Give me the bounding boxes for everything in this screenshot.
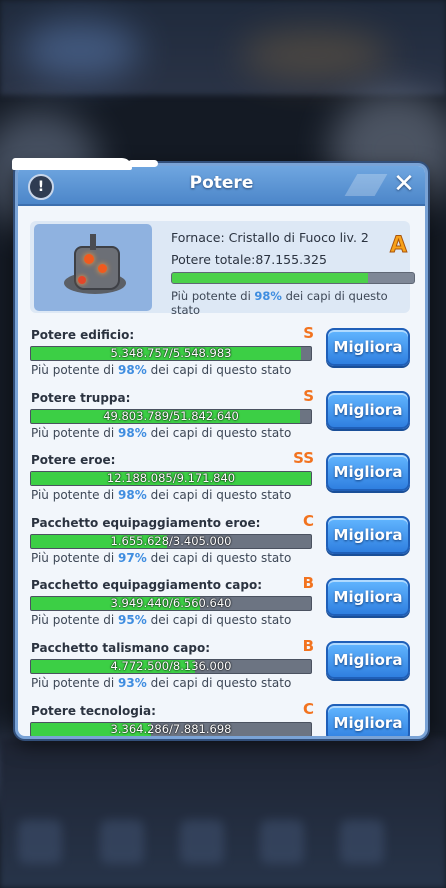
total-power-bar-fill xyxy=(172,273,369,283)
power-row-label: Potere truppa: xyxy=(31,390,131,405)
power-row-value: 1.655.628/3.405.000 xyxy=(110,533,232,548)
power-row: Potere tecnologia:C3.364.286/7.881.698Pi… xyxy=(30,700,410,736)
power-row-grade: B xyxy=(302,637,314,655)
power-row-label: Pacchetto talismano capo: xyxy=(31,641,210,655)
building-name: Fornace: Cristallo di Fuoco liv. 2 xyxy=(171,230,369,245)
power-row-value: 12.188.085/9.171.840 xyxy=(106,471,236,486)
upgrade-button[interactable]: Migliora xyxy=(326,390,410,429)
power-row-grade: S xyxy=(303,386,314,405)
power-row-grade: C xyxy=(302,699,314,718)
power-row-value: 3.364.286/7.881.698 xyxy=(110,721,232,736)
power-row-ranking: Più potente di 93% dei capi di questo st… xyxy=(31,676,292,690)
power-dialog: ! Potere ✕ Fornace: Cristallo di Fuoco l… xyxy=(15,163,428,739)
upgrade-button[interactable]: Migliora xyxy=(326,453,410,492)
power-row-bar: 1.655.628/3.405.000 xyxy=(30,533,312,549)
power-row-ranking: Più potente di 98% dei capi di questo st… xyxy=(31,363,292,377)
building-summary: Fornace: Cristallo di Fuoco liv. 2 Poter… xyxy=(30,221,415,317)
building-thumbnail xyxy=(34,224,152,311)
power-row-label: Potere eroe: xyxy=(31,453,116,468)
power-row-bar: 4.772.500/8.136.000 xyxy=(30,659,312,674)
power-row-bar: 3.949.440/6.560.640 xyxy=(30,596,312,612)
snow-decoration xyxy=(128,160,158,167)
power-row-value: 5.348.757/5.548.983 xyxy=(110,346,232,360)
power-row-grade: B xyxy=(302,574,314,593)
power-row-grade: C xyxy=(302,511,314,530)
power-row-grade: S xyxy=(303,324,314,342)
total-power: Potere totale:87.155.325 xyxy=(171,252,327,267)
dialog-header: ! Potere ✕ xyxy=(18,166,425,206)
power-row-label: Pacchetto equipaggiamento capo: xyxy=(31,578,263,593)
summary-ranking: Più potente di 98% dei capi di questo st… xyxy=(171,289,388,317)
upgrade-button[interactable]: Migliora xyxy=(326,703,410,736)
upgrade-button[interactable]: Migliora xyxy=(326,578,410,617)
power-row-value: 3.949.440/6.560.640 xyxy=(110,596,232,611)
upgrade-button[interactable]: Migliora xyxy=(326,641,410,679)
power-row-value: 49.803.789/51.842.640 xyxy=(103,408,239,423)
power-row: Pacchetto equipaggiamento eroe: C 1.655.62… xyxy=(30,512,410,576)
power-row-label: Potere edificio: xyxy=(31,328,135,342)
power-row: Potere eroe: SS 12.188.085/9.171.840 Più po… xyxy=(30,449,410,513)
power-row-bar: 3.364.286/7.881.698 xyxy=(30,721,312,736)
power-row-bar: 5.348.757/5.548.983 xyxy=(30,346,312,361)
close-button[interactable]: ✕ xyxy=(391,171,417,197)
snow-decoration xyxy=(12,158,132,170)
overall-grade: A xyxy=(389,233,408,259)
power-row-bar: 12.188.085/9.171.840 xyxy=(30,471,312,487)
power-row-ranking: Più potente di 95% dei capi di questo st… xyxy=(31,613,292,628)
upgrade-button[interactable]: Migliora xyxy=(326,328,410,366)
power-row: Potere edificio: S 5.348.757/5.548.983 Più … xyxy=(30,324,410,388)
power-row-ranking: Più potente di 97% dei capi di questo st… xyxy=(31,550,292,565)
power-row-ranking: Più potente di 98% dei capi di questo st… xyxy=(31,425,292,440)
power-row-grade: SS xyxy=(293,449,314,468)
power-row: Potere truppa: S 49.803.789/51.842.640 Più … xyxy=(30,387,410,451)
power-row-ranking: Più potente di 98% dei capi di questo st… xyxy=(31,488,292,503)
power-row-label: Pacchetto equipaggiamento eroe: xyxy=(31,515,261,530)
power-row: Pacchetto talismano capo: B 4.772.500/8.13… xyxy=(30,637,410,701)
total-power-bar xyxy=(171,272,415,284)
power-row-value: 4.772.500/8.136.000 xyxy=(110,659,232,673)
power-row-bar: 49.803.789/51.842.640 xyxy=(30,408,312,424)
power-row: Pacchetto equipaggiamento capo: B 3.949.44… xyxy=(30,574,410,638)
upgrade-button[interactable]: Migliora xyxy=(326,515,410,554)
power-row-label: Potere tecnologia: xyxy=(31,703,156,718)
